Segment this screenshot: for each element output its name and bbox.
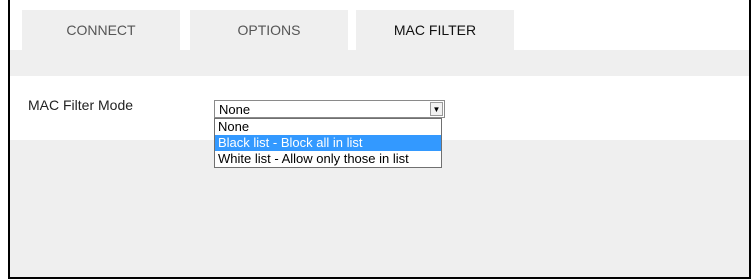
mac-filter-mode-dropdown: None Black list - Block all in list Whit… — [214, 118, 442, 168]
mac-filter-mode-select[interactable]: None ▼ — [214, 100, 445, 118]
tab-bar: CONNECT OPTIONS MAC FILTER — [10, 0, 749, 50]
option-white-list[interactable]: White list - Allow only those in list — [215, 151, 441, 167]
tab-options[interactable]: OPTIONS — [190, 10, 348, 50]
mac-filter-mode-label: MAC Filter Mode — [28, 97, 134, 113]
select-current-value: None — [219, 102, 251, 117]
option-none[interactable]: None — [215, 119, 441, 135]
tab-connect[interactable]: CONNECT — [22, 10, 180, 50]
chevron-down-icon[interactable]: ▼ — [430, 102, 443, 116]
tab-mac-filter[interactable]: MAC FILTER — [356, 10, 514, 50]
option-black-list[interactable]: Black list - Block all in list — [215, 135, 441, 151]
app-frame: CONNECT OPTIONS MAC FILTER MAC Filter Mo… — [8, 0, 751, 279]
